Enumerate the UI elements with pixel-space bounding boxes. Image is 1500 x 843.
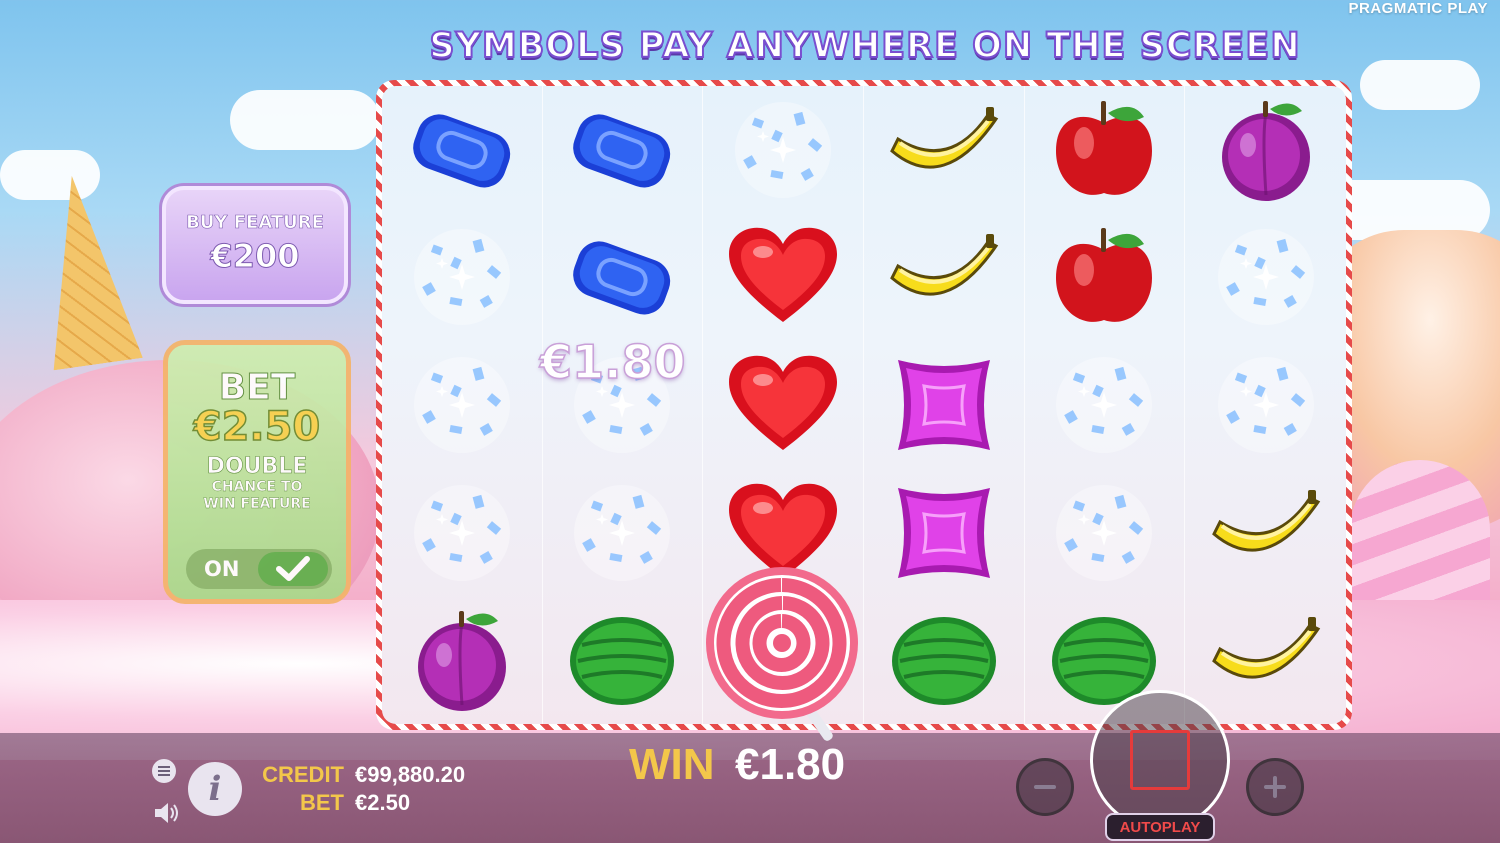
credit-value: €99,880.20 xyxy=(355,762,466,787)
toggle-knob xyxy=(258,552,328,586)
exploding-icon xyxy=(413,356,510,453)
lollipop-scatter-symbol xyxy=(706,567,858,741)
blue-candy-symbol xyxy=(543,213,704,342)
buy-feature-button[interactable]: BUY FEATURE €200 xyxy=(162,186,348,304)
exploding-symbol xyxy=(1185,341,1346,469)
cloud xyxy=(0,150,100,200)
exploding-symbol xyxy=(1025,468,1186,597)
blue-candy-icon xyxy=(573,114,671,188)
purple-plum-symbol xyxy=(382,596,543,724)
red-apple-symbol xyxy=(1025,86,1186,214)
exploding-icon xyxy=(574,484,671,581)
yellow-banana-icon xyxy=(1211,617,1320,679)
info-button[interactable]: i xyxy=(188,762,242,816)
exploding-symbol xyxy=(703,86,864,214)
green-melon-icon xyxy=(891,617,996,706)
red-heart-icon xyxy=(729,228,838,323)
yellow-banana-icon xyxy=(1211,489,1320,552)
red-apple-icon xyxy=(1056,228,1153,323)
exploding-symbol xyxy=(543,468,704,597)
cluster-win-amount: €1.80 xyxy=(539,334,686,390)
ante-bet-amount: €2.50 xyxy=(193,403,321,451)
exploding-icon xyxy=(1217,356,1314,453)
double-label: DOUBLE xyxy=(206,454,308,480)
exploding-icon xyxy=(1217,229,1314,326)
menu-icon[interactable] xyxy=(151,758,177,784)
stop-icon xyxy=(1130,730,1190,790)
exploding-symbol xyxy=(1185,214,1346,342)
purple-plum-icon xyxy=(417,611,506,712)
info-icon: i xyxy=(208,769,222,809)
cloud xyxy=(230,90,380,150)
exploding-symbol xyxy=(382,341,543,469)
buy-feature-title: BUY FEATURE xyxy=(186,212,324,234)
ante-bet-toggle[interactable]: ON xyxy=(186,549,332,589)
green-melon-symbol xyxy=(864,596,1025,724)
blue-candy-icon xyxy=(573,241,671,315)
chance-line-1: CHANCE TO xyxy=(211,479,303,495)
yellow-banana-symbol xyxy=(864,213,1025,342)
ante-bet-label: BET xyxy=(218,367,296,409)
increase-bet-button[interactable] xyxy=(1246,758,1304,816)
exploding-symbol xyxy=(382,213,543,342)
spin-stop-button[interactable] xyxy=(1090,690,1230,830)
blue-candy-icon xyxy=(413,114,510,188)
purple-plum-icon xyxy=(1221,100,1310,201)
exploding-icon xyxy=(413,229,510,326)
red-heart-symbol xyxy=(703,213,864,342)
green-melon-icon xyxy=(570,617,675,706)
minus-icon xyxy=(1034,785,1056,789)
exploding-icon xyxy=(735,101,832,198)
purple-square-symbol xyxy=(864,341,1025,469)
exploding-icon xyxy=(1056,356,1153,453)
paytable-banner: SYMBOLS PAY ANYWHERE ON THE SCREEN xyxy=(428,25,1301,67)
chance-line-2: WIN FEATURE xyxy=(203,496,311,512)
credit-label: CREDIT xyxy=(262,762,344,787)
toggle-label: ON xyxy=(204,557,240,581)
purple-plum-symbol xyxy=(1185,86,1346,214)
exploding-symbol xyxy=(382,468,543,597)
red-heart-symbol xyxy=(703,341,864,469)
purple-square-icon xyxy=(897,487,990,578)
purple-square-icon xyxy=(897,359,990,450)
exploding-icon xyxy=(413,484,510,581)
exploding-symbol xyxy=(1025,341,1186,469)
yellow-banana-icon xyxy=(889,106,999,169)
yellow-banana-symbol xyxy=(1185,469,1346,597)
bet-label: BET xyxy=(300,790,344,815)
speaker-icon[interactable] xyxy=(153,801,179,825)
ante-bet-panel: BET €2.50 DOUBLE CHANCE TO WIN FEATURE O… xyxy=(163,340,351,604)
cloud xyxy=(1360,60,1480,110)
green-melon-symbol xyxy=(543,596,704,724)
provider-logo: PRAGMATIC PLAY xyxy=(1348,0,1488,17)
yellow-banana-icon xyxy=(889,234,999,296)
blue-candy-symbol xyxy=(382,86,543,214)
blue-candy-symbol xyxy=(543,86,704,214)
plus-icon xyxy=(1264,776,1286,798)
red-apple-symbol xyxy=(1025,213,1186,342)
yellow-banana-symbol xyxy=(864,86,1025,214)
autoplay-button[interactable]: AUTOPLAY xyxy=(1105,813,1215,841)
bet-value: €2.50 xyxy=(355,790,411,815)
check-icon xyxy=(276,556,310,581)
red-heart-icon xyxy=(729,355,838,450)
yellow-banana-symbol xyxy=(1185,596,1346,724)
buy-feature-price: €200 xyxy=(210,237,300,276)
red-apple-icon xyxy=(1056,100,1153,195)
purple-square-symbol xyxy=(864,468,1025,597)
decrease-bet-button[interactable] xyxy=(1016,758,1074,816)
exploding-icon xyxy=(1056,484,1153,581)
